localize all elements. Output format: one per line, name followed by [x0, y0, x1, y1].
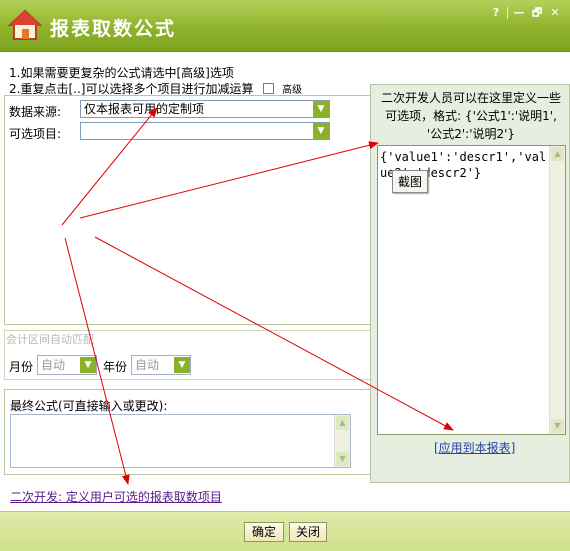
- scroll-down-icon[interactable]: ▼: [336, 452, 349, 466]
- screenshot-tooltip: 截图: [392, 170, 429, 193]
- period-legend: 会计区间自动匹配: [6, 333, 94, 346]
- developer-hint-line-2: 可选项，格式: {'公式1':'说明1',: [385, 109, 557, 123]
- apply-to-report-link[interactable]: [应用到本报表]: [434, 439, 515, 456]
- data-source-select[interactable]: 仅本报表可用的定制项 ▼: [80, 100, 330, 118]
- developer-scrollbar[interactable]: ▲ ▼: [549, 146, 565, 434]
- formula-scrollbar[interactable]: ▲ ▼: [334, 415, 350, 467]
- year-label: 年份: [103, 360, 128, 374]
- home-icon: [8, 9, 42, 40]
- close-icon[interactable]: ✕: [548, 6, 562, 20]
- restore-icon[interactable]: 🗗: [530, 6, 544, 20]
- optional-item-select[interactable]: ▼: [80, 122, 330, 140]
- chevron-down-icon[interactable]: ▼: [313, 101, 329, 117]
- scroll-up-icon[interactable]: ▲: [551, 147, 564, 161]
- title-bar: 报表取数公式 ? — 🗗 ✕: [0, 0, 570, 52]
- data-source-label: 数据来源:: [9, 105, 62, 119]
- data-source-value: 仅本报表可用的定制项: [84, 102, 205, 116]
- instruction-line-1: 1.如果需要更复杂的公式请选中[高级]选项: [9, 66, 234, 80]
- chevron-down-icon[interactable]: ▼: [80, 357, 96, 373]
- month-label: 月份: [9, 360, 34, 374]
- advanced-checkbox[interactable]: [263, 83, 275, 94]
- year-select[interactable]: 自动 ▼: [131, 355, 191, 375]
- scroll-down-icon[interactable]: ▼: [551, 419, 564, 433]
- month-value: 自动: [41, 358, 66, 372]
- footer-bar: 确定 关闭: [0, 511, 570, 551]
- window-controls: ? — 🗗 ✕: [489, 6, 562, 20]
- year-value: 自动: [135, 358, 160, 372]
- developer-define-link[interactable]: 二次开发: 定义用户可选的报表取数项目: [10, 488, 222, 505]
- help-icon[interactable]: ?: [489, 6, 503, 20]
- chevron-down-icon[interactable]: ▼: [174, 357, 190, 373]
- optional-item-label: 可选项目:: [9, 127, 62, 141]
- developer-hint-line-3: '公式2':'说明2'}: [426, 127, 516, 141]
- scroll-up-icon[interactable]: ▲: [336, 416, 349, 430]
- developer-hint-line-1: 二次开发人员可以在这里定义一些: [380, 91, 561, 105]
- month-select[interactable]: 自动 ▼: [37, 355, 97, 375]
- minimize-icon[interactable]: —: [512, 6, 526, 20]
- formula-textarea[interactable]: ▲ ▼: [10, 414, 351, 468]
- instruction-line-2-text: 2.重复点击[..]可以选择多个项目进行加减运算: [9, 82, 254, 96]
- formula-label: 最终公式(可直接输入或更改):: [10, 399, 168, 413]
- ok-button[interactable]: 确定: [244, 522, 284, 542]
- chevron-down-icon[interactable]: ▼: [313, 123, 329, 139]
- close-button[interactable]: 关闭: [289, 522, 327, 542]
- window-title: 报表取数公式: [50, 18, 177, 40]
